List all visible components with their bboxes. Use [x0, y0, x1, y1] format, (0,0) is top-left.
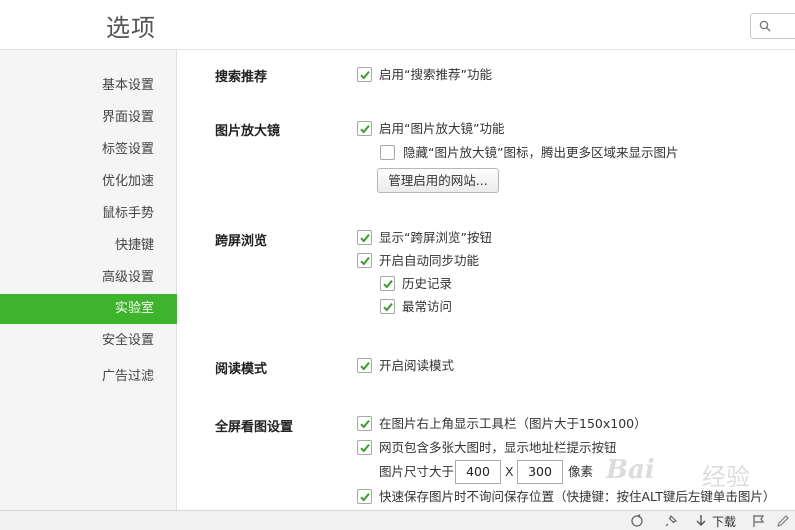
sidebar-item-optimize[interactable]: 优化加速 — [0, 167, 177, 197]
sidebar-item-tabs[interactable]: 标签设置 — [0, 135, 177, 165]
edit-icon[interactable] — [776, 514, 790, 528]
sidebar-item-label: 优化加速 — [101, 174, 154, 189]
section-title-magnifier: 图片放大镜 — [215, 124, 281, 139]
option-label: 在图片右上角显示工具栏（图片大于150x100） — [379, 416, 647, 431]
option-label: 网页包含多张大图时，显示地址栏提示按钮 — [379, 440, 617, 455]
option-label: 启用“搜索推荐”功能 — [379, 67, 492, 82]
sidebar-item-adblock[interactable]: 广告过滤 — [0, 362, 177, 392]
checkbox-checked[interactable] — [357, 230, 372, 245]
sidebar-item-advanced[interactable]: 高级设置 — [0, 263, 177, 293]
checkbox-checked[interactable] — [357, 358, 372, 373]
status-bar: 下载 — [0, 510, 795, 530]
section-title-search-recommend: 搜索推荐 — [215, 70, 268, 85]
refresh-icon[interactable] — [630, 514, 644, 528]
checkbox-checked[interactable] — [357, 440, 372, 455]
sidebar-item-label: 界面设置 — [101, 110, 154, 125]
checkbox-unchecked[interactable] — [380, 145, 395, 160]
checkbox-checked[interactable] — [357, 67, 372, 82]
section-title-reading-mode: 阅读模式 — [215, 362, 268, 377]
checkbox-checked[interactable] — [357, 489, 372, 504]
checkbox-checked[interactable] — [380, 299, 395, 314]
option-label: 开启阅读模式 — [379, 358, 455, 373]
option-label: 历史记录 — [402, 276, 453, 291]
times-label: X — [505, 464, 514, 479]
image-size-label: 图片尺寸大于 — [379, 464, 455, 479]
section-title-cross-screen: 跨屏浏览 — [215, 234, 268, 249]
sidebar-item-mouse-gesture[interactable]: 鼠标手势 — [0, 199, 177, 229]
flag-icon[interactable] — [752, 514, 766, 528]
option-label: 开启自动同步功能 — [379, 253, 480, 268]
option-label: 隐藏“图片放大镜”图标，腾出更多区域来显示图片 — [403, 145, 679, 160]
sidebar-item-label: 鼠标手势 — [101, 206, 154, 221]
sidebar-item-label: 快捷键 — [114, 238, 154, 253]
checkbox-checked[interactable] — [380, 276, 395, 291]
settings-content: 搜索推荐 启用“搜索推荐”功能 图片放大镜 启用“图片放大镜”功能 隐藏“图片放… — [177, 50, 795, 510]
image-height-input[interactable]: 300 — [517, 460, 563, 484]
sidebar-item-basic[interactable]: 基本设置 — [0, 71, 177, 101]
pin-icon[interactable] — [664, 514, 678, 528]
option-label: 显示“跨屏浏览”按钮 — [379, 230, 492, 245]
sidebar-item-label: 安全设置 — [101, 333, 154, 348]
download-label[interactable]: 下载 — [712, 513, 736, 530]
download-icon[interactable] — [694, 514, 708, 528]
option-label: 启用“图片放大镜”功能 — [379, 121, 505, 136]
sidebar-item-label: 标签设置 — [101, 142, 154, 157]
sidebar-item-label: 基本设置 — [101, 78, 154, 93]
sidebar-item-lab[interactable]: 实验室 — [0, 294, 177, 324]
sidebar: 基本设置 界面设置 标签设置 优化加速 鼠标手势 快捷键 高级设置 实验室 安全… — [0, 50, 177, 510]
search-icon — [759, 20, 771, 32]
sidebar-item-label: 高级设置 — [101, 270, 154, 285]
option-label: 最常访问 — [402, 299, 453, 314]
sidebar-item-shortcuts[interactable]: 快捷键 — [0, 231, 177, 261]
image-width-input[interactable]: 400 — [455, 460, 501, 484]
option-label: 快速保存图片时不询问保存位置（快捷键：按住ALT键后左键单击图片） — [379, 489, 776, 504]
page-title: 选项 — [106, 14, 156, 42]
checkbox-checked[interactable] — [357, 416, 372, 431]
options-window: 选项 基本设置 界面设置 标签设置 优化加速 鼠标手势 快捷键 高级设置 实验室… — [0, 0, 795, 530]
sidebar-item-label: 实验室 — [114, 301, 154, 316]
search-box[interactable] — [750, 13, 795, 39]
sidebar-item-security[interactable]: 安全设置 — [0, 326, 177, 356]
section-title-fullscreen-image: 全屏看图设置 — [215, 420, 294, 435]
header: 选项 — [0, 0, 795, 50]
manage-sites-button[interactable]: 管理启用的网站... — [377, 168, 499, 193]
sidebar-item-label: 广告过滤 — [101, 369, 154, 384]
pixel-unit-label: 像素 — [568, 464, 594, 479]
checkbox-checked[interactable] — [357, 253, 372, 268]
checkbox-checked[interactable] — [357, 121, 372, 136]
sidebar-item-interface[interactable]: 界面设置 — [0, 103, 177, 133]
